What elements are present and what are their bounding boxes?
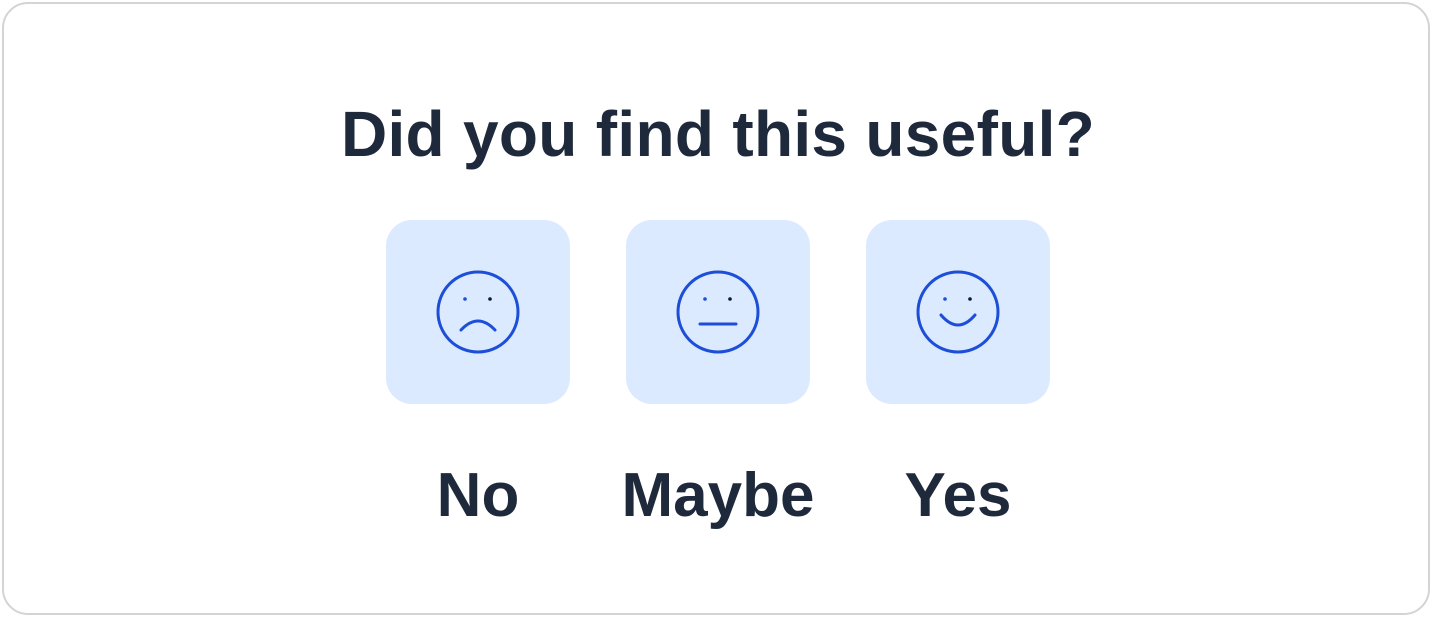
maybe-button[interactable] bbox=[626, 220, 810, 404]
no-label: No bbox=[436, 461, 520, 530]
feedback-title: Did you find this useful? bbox=[340, 98, 1096, 170]
yes-label: Yes bbox=[904, 461, 1012, 530]
feedback-card: Did you find this useful? No Maybe Yes bbox=[2, 2, 1430, 615]
frown-face-icon bbox=[436, 270, 520, 354]
yes-button[interactable] bbox=[866, 220, 1050, 404]
maybe-label: Maybe bbox=[621, 461, 815, 530]
smile-face-icon bbox=[916, 270, 1000, 354]
no-button[interactable] bbox=[386, 220, 570, 404]
neutral-face-icon bbox=[676, 270, 760, 354]
